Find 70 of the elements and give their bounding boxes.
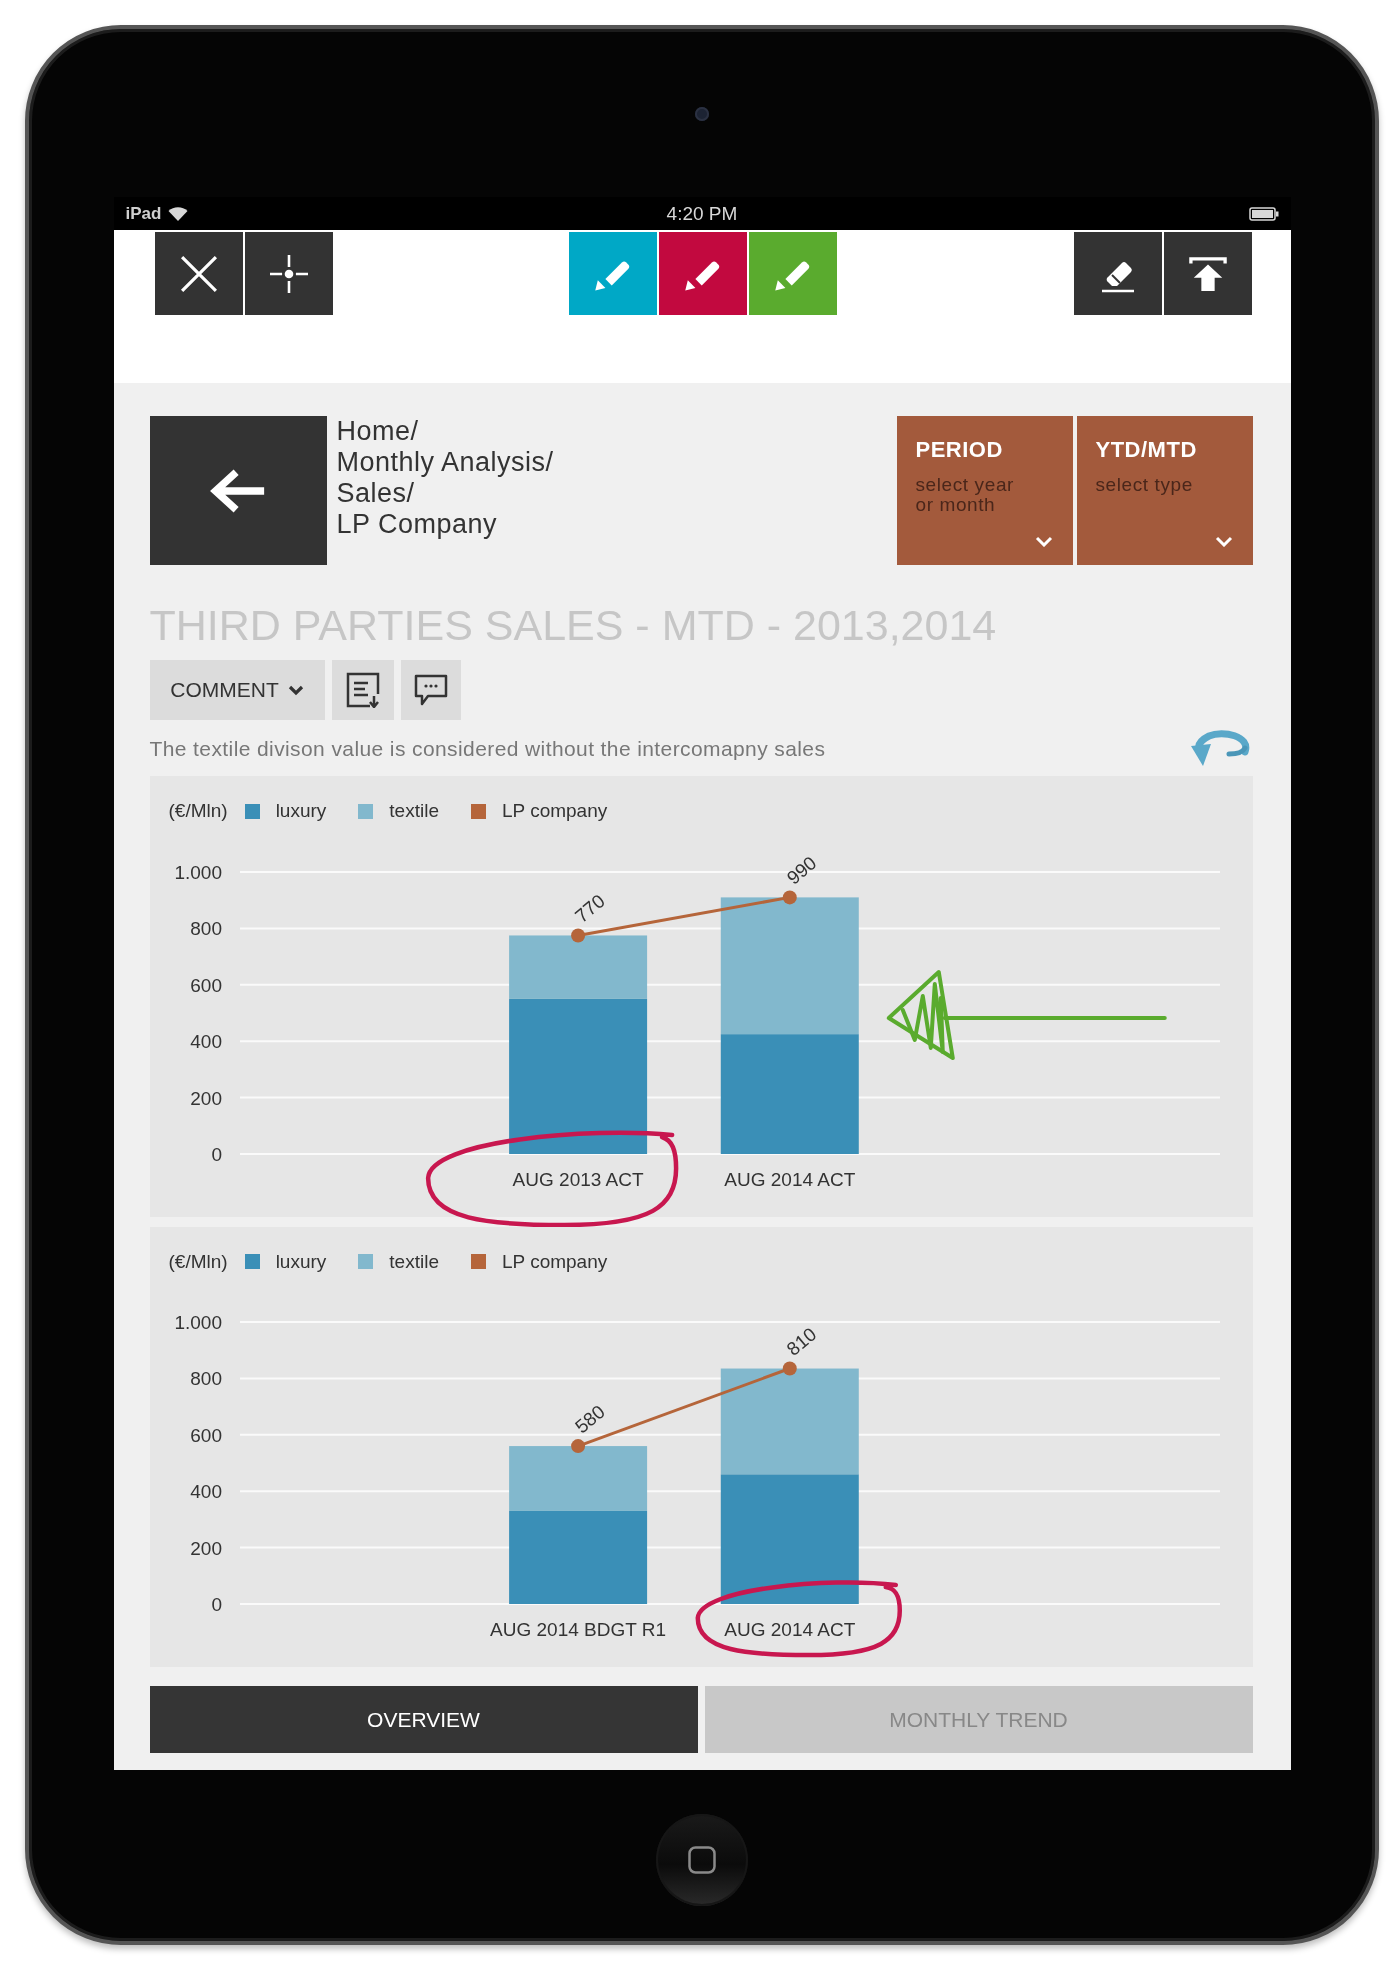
filter-title: YTD/MTD [1095,437,1197,463]
back-button[interactable] [149,416,327,565]
filter-hint: select year or month [915,475,1015,515]
camera-icon [695,107,709,121]
pen-button[interactable] [749,232,837,315]
device-name: iPad [125,203,162,224]
note-text: The textile divison value is considered without the intercomapny sales [149,737,826,761]
unit-label: (€/Mln) [168,1249,228,1274]
data-point [570,928,585,943]
list-download-icon [345,672,380,708]
eraser-button[interactable] [1073,232,1162,315]
legend-label: LP company [501,1249,608,1274]
data-point [782,1361,797,1376]
crosshair-button[interactable] [244,232,333,315]
filter-dropdown[interactable]: YTD/MTD select type [1076,416,1253,565]
x-axis-label: AUG 2014 ACT [723,1619,855,1640]
back-arrow-icon [210,467,266,514]
y-axis-label: 400 [189,1031,222,1053]
chevron-down-icon [287,684,304,696]
y-axis-label: 600 [189,1424,222,1446]
unit-label: (€/Mln) [168,799,228,823]
breadcrumb-link[interactable]: LP Company [336,509,498,540]
data-point [570,1439,585,1454]
y-axis-label: 600 [189,974,222,996]
tab[interactable]: OVERVIEW [149,1686,698,1753]
upload-icon [1188,254,1227,293]
data-point [782,890,797,905]
close-icon [179,254,218,293]
breadcrumb-link[interactable]: Sales/ [336,478,415,509]
value-label: 580 [570,1400,609,1438]
share-button[interactable] [1163,232,1252,315]
breadcrumb-link[interactable]: Home/ [336,416,419,447]
legend-label: luxury [275,799,327,823]
breadcrumb-link[interactable]: Monthly Analysis/ [336,447,554,478]
y-axis-label: 200 [189,1537,222,1559]
legend-label: LP company [501,799,608,823]
export-list-button[interactable] [331,660,394,720]
legend-label: textile [389,1249,439,1274]
comment-dropdown[interactable]: COMMENT [149,660,325,720]
value-label: 810 [782,1323,820,1360]
y-axis-label: 1.000 [173,1312,222,1333]
legend-label: textile [389,799,439,823]
y-axis-label: 0 [210,1594,222,1615]
wifi-icon [167,206,190,221]
legend-label: luxury [275,1249,327,1274]
filter-dropdown[interactable]: PERIOD select year or month [896,416,1073,565]
x-axis-label: AUG 2013 ACT [512,1169,644,1190]
pen-button[interactable] [659,232,747,315]
comment-button[interactable] [400,660,461,720]
y-axis-label: 400 [189,1481,222,1503]
y-axis-label: 800 [189,1368,222,1390]
status-time: 4:20 PM [666,202,738,225]
chevron-down-icon [1034,536,1053,547]
speech-bubble-icon [413,672,448,708]
pen-button[interactable] [569,232,657,315]
value-label: 770 [570,890,609,927]
value-label: 990 [782,852,820,889]
x-axis-label: AUG 2014 BDGT R1 [489,1619,666,1640]
square-icon [688,1846,716,1874]
battery-icon [1248,206,1279,221]
filter-hint: select type [1095,475,1193,495]
crosshair-icon [269,254,308,293]
y-axis-label: 800 [189,918,222,940]
chevron-down-icon [1214,536,1233,547]
x-axis-label: AUG 2014 ACT [723,1169,855,1190]
y-axis-label: 0 [210,1144,222,1165]
y-axis-label: 200 [189,1087,222,1109]
filter-title: PERIOD [915,437,1003,463]
close-button[interactable] [154,232,243,315]
y-axis-label: 1.000 [173,862,222,883]
